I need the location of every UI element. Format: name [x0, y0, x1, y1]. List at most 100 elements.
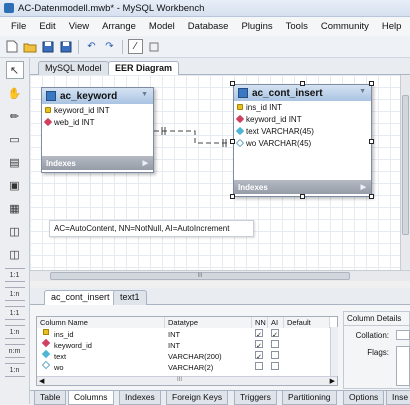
tab-ac-cont-insert[interactable]: ac_cont_insert [44, 290, 117, 306]
column-row[interactable]: keyword_id INT [234, 113, 371, 125]
tab-indexes[interactable]: Indexes [119, 391, 161, 405]
scroll-thumb[interactable] [402, 95, 409, 235]
menu-arrange[interactable]: Arrange [97, 21, 144, 32]
redo-icon[interactable]: ↷ [102, 39, 117, 54]
open-folder-icon[interactable] [22, 39, 37, 54]
tab-eer-diagram[interactable]: EER Diagram [108, 61, 180, 76]
menu-tools[interactable]: Tools [281, 21, 316, 32]
note-tool-icon[interactable]: ▤ [6, 153, 24, 171]
header-nn[interactable]: NN [252, 317, 268, 328]
nn-checkbox[interactable] [255, 362, 263, 370]
menu-database[interactable]: Database [183, 21, 237, 32]
expand-arrow-icon[interactable]: ▶ [361, 183, 366, 191]
indexes-section[interactable]: Indexes ▶ [234, 180, 371, 194]
column-name-cell[interactable]: text [54, 351, 66, 362]
resize-handle[interactable] [300, 81, 305, 86]
collation-field[interactable] [396, 330, 410, 340]
resize-handle[interactable] [230, 194, 235, 199]
routine-group-tool-icon[interactable]: ◫ [6, 245, 24, 263]
scroll-right-icon[interactable]: ▶ [330, 377, 335, 385]
table-row[interactable]: ins_id INT ✓ ✓ [37, 329, 337, 340]
flags-list[interactable] [396, 346, 410, 386]
toggle-grid-icon[interactable]: ∕ [128, 39, 143, 54]
diagram-note[interactable]: AC=AutoContent, NN=NotNull, AI=AutoIncre… [49, 220, 254, 237]
nn-checkbox[interactable]: ✓ [255, 340, 263, 350]
resize-handle[interactable] [369, 194, 374, 199]
table-row[interactable]: keyword_id INT ✓ [37, 338, 337, 351]
resize-handle[interactable] [230, 81, 235, 86]
ai-checkbox[interactable] [271, 351, 279, 359]
relationship-1-1-tool[interactable]: 1:1 [4, 268, 25, 282]
column-row[interactable]: text VARCHAR(45) [234, 125, 371, 137]
tab-table[interactable]: Table [34, 391, 67, 405]
tab-text1[interactable]: text1 [113, 290, 147, 305]
tab-mysql-model[interactable]: MySQL Model [38, 61, 109, 75]
eraser-tool-icon[interactable]: ✏ [6, 107, 24, 125]
resize-handle[interactable] [369, 81, 374, 86]
relationship-1-n-identifying-tool[interactable]: 1:n [4, 325, 25, 339]
align-icon[interactable] [146, 39, 161, 54]
header-datatype[interactable]: Datatype [165, 317, 252, 328]
pointer-tool-icon[interactable]: ↖ [5, 61, 24, 79]
ai-checkbox[interactable]: ✓ [271, 329, 279, 339]
undo-icon[interactable]: ↶ [84, 39, 99, 54]
column-row[interactable]: wo VARCHAR(45) [234, 137, 371, 149]
resize-handle[interactable] [369, 139, 374, 144]
header-default[interactable]: Default [284, 317, 330, 328]
table-row[interactable]: wo VARCHAR(2) [37, 360, 337, 373]
column-name-cell[interactable]: ins_id [54, 329, 74, 340]
nn-checkbox[interactable]: ✓ [255, 329, 263, 339]
menu-community[interactable]: Community [316, 21, 377, 32]
table-tool-icon[interactable]: ▦ [6, 199, 24, 217]
relationship-n-m-tool[interactable]: n:m [4, 344, 25, 358]
table-row[interactable]: text VARCHAR(200) ✓ [37, 349, 337, 362]
tab-columns[interactable]: Columns [68, 391, 114, 405]
tab-foreign-keys[interactable]: Foreign Keys [166, 391, 229, 405]
tool-palette: ↖ ✋ ✏ ▭ ▤ ▣ ▦ ◫ ◫ 1:1 1:n 1:1 1:n n:m 1:… [0, 58, 30, 404]
layer-tool-icon[interactable]: ▭ [6, 130, 24, 148]
column-name-cell[interactable]: keyword_id [54, 340, 92, 351]
table-ac-cont-insert[interactable]: ac_cont_insert ▼ ins_id INT keyword_id I… [233, 84, 372, 197]
relationship-existing-columns-tool[interactable]: 1:n [4, 363, 25, 377]
nn-checkbox[interactable]: ✓ [255, 351, 263, 361]
header-column-name[interactable]: Column Name [37, 317, 165, 328]
table-header[interactable]: ac_cont_insert ▼ [234, 85, 371, 101]
relationship-1-n-tool[interactable]: 1:n [4, 287, 25, 301]
datatype-cell[interactable]: INT [168, 340, 180, 351]
tab-options[interactable]: Options [343, 391, 385, 405]
menu-edit[interactable]: Edit [34, 21, 63, 32]
view-tool-icon[interactable]: ◫ [6, 222, 24, 240]
canvas-horizontal-scrollbar[interactable]: III [30, 270, 410, 281]
column-name-cell[interactable]: wo [54, 362, 64, 373]
grid-vertical-scrollbar[interactable] [330, 327, 338, 376]
menu-view[interactable]: View [64, 21, 97, 32]
menu-model[interactable]: Model [144, 21, 183, 32]
canvas-vertical-scrollbar[interactable] [400, 75, 410, 270]
save-as-icon[interactable] [58, 39, 73, 54]
resize-handle[interactable] [300, 194, 305, 199]
collapse-arrow-icon[interactable]: ▼ [359, 88, 366, 95]
header-ai[interactable]: AI [268, 317, 284, 328]
tab-inserts[interactable]: Inse [386, 391, 410, 405]
image-tool-icon[interactable]: ▣ [6, 176, 24, 194]
tab-partitioning[interactable]: Partitioning [282, 391, 337, 405]
column-row[interactable]: ins_id INT [234, 101, 371, 113]
menu-plugins[interactable]: Plugins [236, 21, 280, 32]
grid-horizontal-scrollbar[interactable]: ◀ III ▶ [37, 376, 337, 385]
eer-canvas[interactable]: ac_keyword ▼ keyword_id INT web_id INT I… [30, 75, 410, 270]
ai-checkbox[interactable] [271, 362, 279, 370]
save-icon[interactable] [40, 39, 55, 54]
datatype-cell[interactable]: VARCHAR(2) [168, 362, 213, 373]
resize-handle[interactable] [230, 139, 235, 144]
scroll-thumb[interactable]: III [50, 272, 350, 280]
ai-checkbox[interactable] [271, 340, 279, 348]
relationship-1-1-identifying-tool[interactable]: 1:1 [4, 306, 25, 320]
hand-tool-icon[interactable]: ✋ [6, 84, 24, 102]
menu-help[interactable]: Help [377, 21, 410, 32]
datatype-cell[interactable]: VARCHAR(200) [168, 351, 222, 362]
datatype-cell[interactable]: INT [168, 329, 180, 340]
tab-triggers[interactable]: Triggers [234, 391, 277, 405]
scroll-left-icon[interactable]: ◀ [39, 377, 44, 385]
menu-file[interactable]: File [6, 21, 34, 32]
new-file-icon[interactable] [4, 39, 19, 54]
